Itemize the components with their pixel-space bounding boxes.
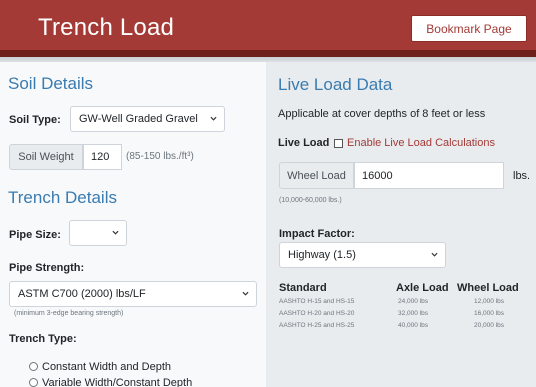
table-cell: 12,000 lbs	[474, 298, 504, 305]
wheel-load-input[interactable]: 16000	[354, 162, 504, 189]
pipe-strength-select[interactable]: ASTM C700 (2000) lbs/LF	[9, 281, 257, 307]
table-header-axle: Axle Load	[396, 282, 449, 294]
impact-factor-value: Highway (1.5)	[288, 249, 356, 261]
table-cell: AASHTO H-15 and HS-15	[279, 298, 355, 305]
trench-type-radio-constant[interactable]	[29, 362, 38, 371]
table-cell: 24,000 lbs	[398, 298, 428, 305]
table-cell: 20,000 lbs	[474, 322, 504, 329]
soil-type-select[interactable]: GW-Well Graded Gravel	[70, 106, 225, 132]
live-load-applicability: Applicable at cover depths of 8 feet or …	[278, 108, 486, 120]
trench-type-option-constant: Constant Width and Depth	[42, 361, 172, 373]
live-load-heading: Live Load Data	[278, 75, 393, 94]
table-cell: AASHTO H-20 and HS-20	[279, 310, 355, 317]
bookmark-page-button[interactable]: Bookmark Page	[411, 15, 527, 42]
table-cell: 32,000 lbs	[398, 310, 428, 317]
chevron-down-icon	[431, 252, 438, 257]
table-cell: 16,000 lbs	[474, 310, 504, 317]
pipe-size-select[interactable]	[69, 220, 127, 246]
pipe-strength-value: ASTM C700 (2000) lbs/LF	[18, 288, 146, 300]
soil-weight-addon: Soil Weight	[9, 144, 83, 170]
soil-details-heading: Soil Details	[8, 74, 94, 93]
table-cell: AASHTO H-25 and HS-25	[279, 322, 355, 329]
table-header-standard: Standard	[279, 282, 327, 294]
app-title: Trench Load	[38, 14, 175, 41]
trench-type-label: Trench Type:	[9, 333, 77, 345]
wheel-load-unit: lbs.	[513, 170, 531, 182]
enable-live-load-checkbox[interactable]	[334, 139, 343, 148]
pipe-size-label: Pipe Size:	[9, 229, 61, 241]
pipe-strength-label: Pipe Strength:	[9, 262, 85, 274]
table-cell: 40,000 lbs	[398, 322, 428, 329]
soil-type-value: GW-Well Graded Gravel	[79, 113, 198, 125]
soil-weight-range: (85-150 lbs./ft³)	[126, 151, 194, 162]
chevron-down-icon	[112, 230, 119, 235]
header-stripe	[0, 50, 536, 57]
wheel-load-addon: Wheel Load	[279, 162, 354, 189]
pipe-strength-note: (minimum 3-edge bearing strength)	[14, 310, 124, 317]
impact-factor-label: Impact Factor:	[279, 228, 355, 240]
impact-factor-select[interactable]: Highway (1.5)	[279, 242, 446, 268]
enable-live-load-label[interactable]: Enable Live Load Calculations	[347, 137, 495, 149]
table-header-wheel: Wheel Load	[457, 282, 519, 294]
wheel-load-range: (10,000-60,000 lbs.)	[279, 197, 342, 204]
chevron-down-icon	[242, 291, 249, 296]
trench-details-heading: Trench Details	[8, 188, 117, 207]
soil-type-label: Soil Type:	[9, 114, 61, 126]
soil-weight-input[interactable]: 120	[83, 144, 122, 170]
trench-type-radio-variable[interactable]	[29, 378, 38, 387]
chevron-down-icon	[210, 116, 217, 121]
trench-type-option-variable: Variable Width/Constant Depth	[42, 377, 193, 387]
live-load-label: Live Load	[278, 137, 330, 149]
